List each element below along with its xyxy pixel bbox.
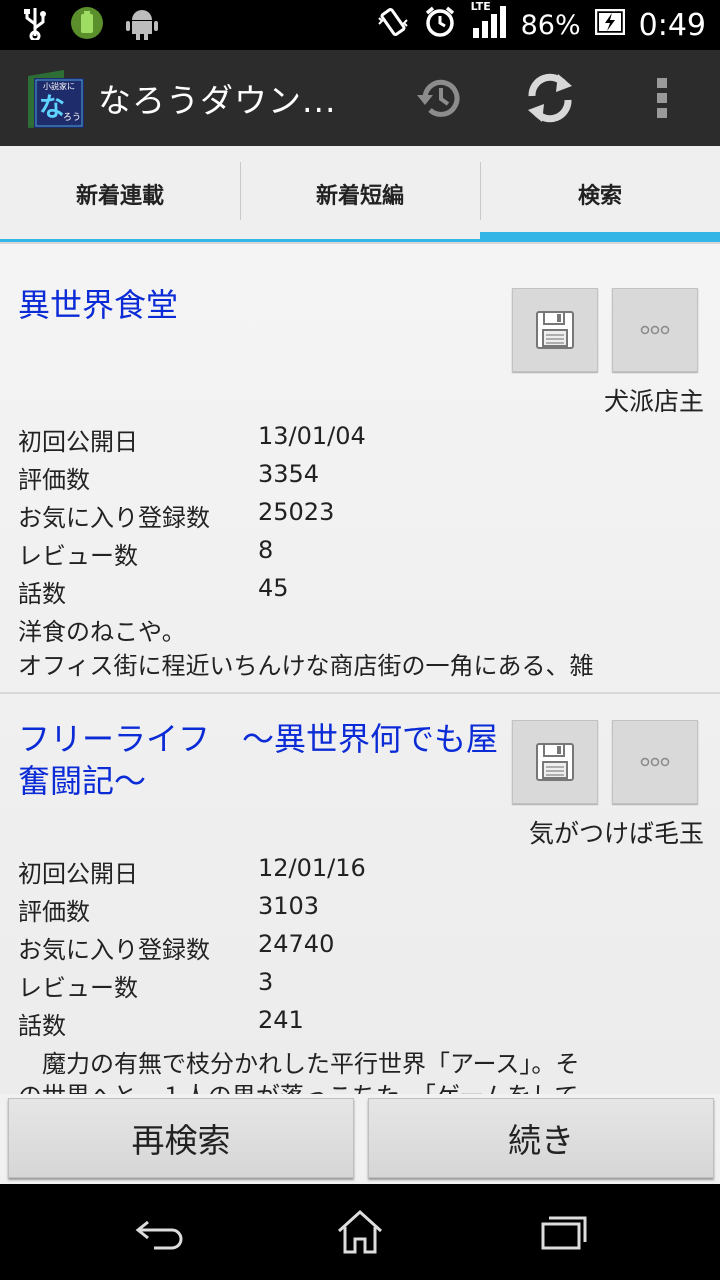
tab-new-serial[interactable]: 新着連載 bbox=[0, 146, 240, 242]
meta-value: 8 bbox=[258, 536, 274, 564]
tab-label: 検索 bbox=[577, 184, 622, 209]
signal-icon: LTE bbox=[471, 0, 507, 45]
battery-app-icon bbox=[70, 6, 104, 44]
meta-favorites: お気に入り登録数 24740 bbox=[18, 930, 334, 965]
android-icon bbox=[126, 6, 158, 44]
meta-first-publish: 初回公開日 12/01/16 bbox=[18, 854, 366, 889]
meta-value: 3 bbox=[258, 968, 274, 996]
meta-reviews: レビュー数 3 bbox=[18, 968, 273, 1003]
tab-indicator-active bbox=[480, 232, 720, 242]
alarm-icon bbox=[423, 5, 457, 46]
author-name: 犬派店主 bbox=[603, 387, 704, 416]
meta-label: 話数 bbox=[18, 1012, 66, 1040]
bottom-action-bar: 再検索 続き bbox=[0, 1094, 720, 1184]
tab-search[interactable]: 検索 bbox=[480, 146, 720, 242]
research-button[interactable]: 再検索 bbox=[8, 1098, 354, 1178]
novel-title[interactable]: 異世界食堂 bbox=[18, 284, 488, 326]
meta-episodes: 話数 45 bbox=[18, 574, 289, 609]
tab-new-short[interactable]: 新着短編 bbox=[240, 146, 480, 242]
status-bar: LTE 86% 0:49 bbox=[0, 0, 720, 50]
refresh-button[interactable] bbox=[520, 68, 580, 128]
continue-button[interactable]: 続き bbox=[368, 1098, 714, 1178]
app-icon-main-text: な bbox=[39, 93, 65, 123]
meta-first-publish: 初回公開日 13/01/04 bbox=[18, 422, 366, 457]
network-type-label: LTE bbox=[470, 0, 491, 13]
usb-icon bbox=[22, 6, 48, 44]
home-button[interactable] bbox=[330, 1208, 390, 1256]
meta-value: 13/01/04 bbox=[258, 422, 366, 450]
app-title: なろうダウン... bbox=[98, 81, 337, 120]
app-icon-sub-text: ろう bbox=[63, 112, 81, 123]
meta-episodes: 話数 241 bbox=[18, 1006, 304, 1041]
meta-label: お気に入り登録数 bbox=[18, 936, 210, 964]
action-bar: 小説家に な ろう なろうダウン... bbox=[0, 50, 720, 146]
battery-percent: 86% bbox=[520, 9, 581, 41]
vibrate-icon bbox=[377, 6, 409, 45]
home-icon bbox=[337, 1209, 383, 1254]
meta-value: 12/01/16 bbox=[258, 854, 366, 882]
meta-favorites: お気に入り登録数 25023 bbox=[18, 498, 334, 533]
back-button[interactable] bbox=[130, 1208, 190, 1256]
save-floppy-icon bbox=[536, 311, 574, 349]
tab-bar: 新着連載 新着短編 検索 bbox=[0, 146, 720, 244]
tab-label: 新着短編 bbox=[315, 184, 404, 209]
meta-value: 3354 bbox=[258, 460, 320, 488]
tab-label: 新着連載 bbox=[75, 184, 164, 209]
tab-indicator bbox=[240, 239, 480, 242]
save-floppy-icon bbox=[536, 743, 574, 781]
more-horiz-icon bbox=[640, 757, 670, 767]
meta-ratings: 評価数 3354 bbox=[18, 460, 319, 495]
save-button[interactable] bbox=[512, 288, 598, 372]
app-icon-top-text: 小説家に bbox=[43, 81, 75, 91]
meta-label: お気に入り登録数 bbox=[18, 504, 210, 532]
back-icon bbox=[135, 1220, 183, 1250]
more-vert-icon bbox=[657, 78, 667, 118]
meta-label: レビュー数 bbox=[18, 974, 138, 1002]
synopsis-line: 魔力の有無で枝分かれした平行世界「アース」。そ bbox=[18, 1050, 580, 1078]
author-name: 気がつけば毛玉 bbox=[528, 819, 704, 848]
history-icon bbox=[417, 79, 460, 117]
novel-title[interactable]: フリーライフ ～異世界何でも屋奮闘記～ bbox=[18, 718, 498, 802]
more-options-button[interactable] bbox=[612, 720, 698, 804]
tab-indicator bbox=[0, 239, 240, 242]
list-item[interactable]: フリーライフ ～異世界何でも屋奮闘記～ 気がつけば毛玉 初回公開日 12/01/1… bbox=[0, 694, 720, 1094]
synopsis-line: 洋食のねこや。 bbox=[18, 618, 186, 646]
meta-label: 話数 bbox=[18, 580, 66, 608]
meta-ratings: 評価数 3103 bbox=[18, 892, 319, 927]
more-options-button[interactable] bbox=[612, 288, 698, 372]
more-horiz-icon bbox=[640, 325, 670, 335]
history-button[interactable] bbox=[410, 68, 470, 128]
meta-value: 45 bbox=[258, 574, 289, 602]
meta-label: 評価数 bbox=[18, 466, 90, 494]
list-item[interactable]: 異世界食堂 犬派店主 初回公開日 13/01/04 評価数 3354 お気に入り登録… bbox=[0, 244, 720, 694]
meta-value: 241 bbox=[258, 1006, 304, 1034]
app-logo-icon[interactable]: 小説家に な ろう bbox=[24, 66, 88, 130]
meta-label: 初回公開日 bbox=[18, 860, 138, 888]
meta-value: 24740 bbox=[258, 930, 335, 958]
recent-apps-icon bbox=[541, 1216, 587, 1250]
clock: 0:49 bbox=[638, 7, 706, 43]
overflow-menu-button[interactable] bbox=[632, 68, 692, 128]
meta-value: 25023 bbox=[258, 498, 335, 526]
refresh-icon bbox=[528, 73, 572, 123]
synopsis-line: オフィス街に程近いちんけな商店街の一角にある、雑 bbox=[18, 652, 594, 680]
recent-apps-button[interactable] bbox=[532, 1208, 592, 1256]
save-button[interactable] bbox=[512, 720, 598, 804]
meta-value: 3103 bbox=[258, 892, 320, 920]
result-list[interactable]: 異世界食堂 犬派店主 初回公開日 13/01/04 評価数 3354 お気に入り登録… bbox=[0, 244, 720, 1094]
meta-label: 初回公開日 bbox=[18, 428, 138, 456]
system-nav-bar bbox=[0, 1184, 720, 1280]
battery-charging-icon bbox=[594, 8, 625, 42]
meta-label: レビュー数 bbox=[18, 542, 138, 570]
synopsis-line: の世界へと、１人の男が落っこちた。「ゲームをして bbox=[18, 1076, 708, 1094]
meta-label: 評価数 bbox=[18, 898, 90, 926]
meta-reviews: レビュー数 8 bbox=[18, 536, 273, 571]
